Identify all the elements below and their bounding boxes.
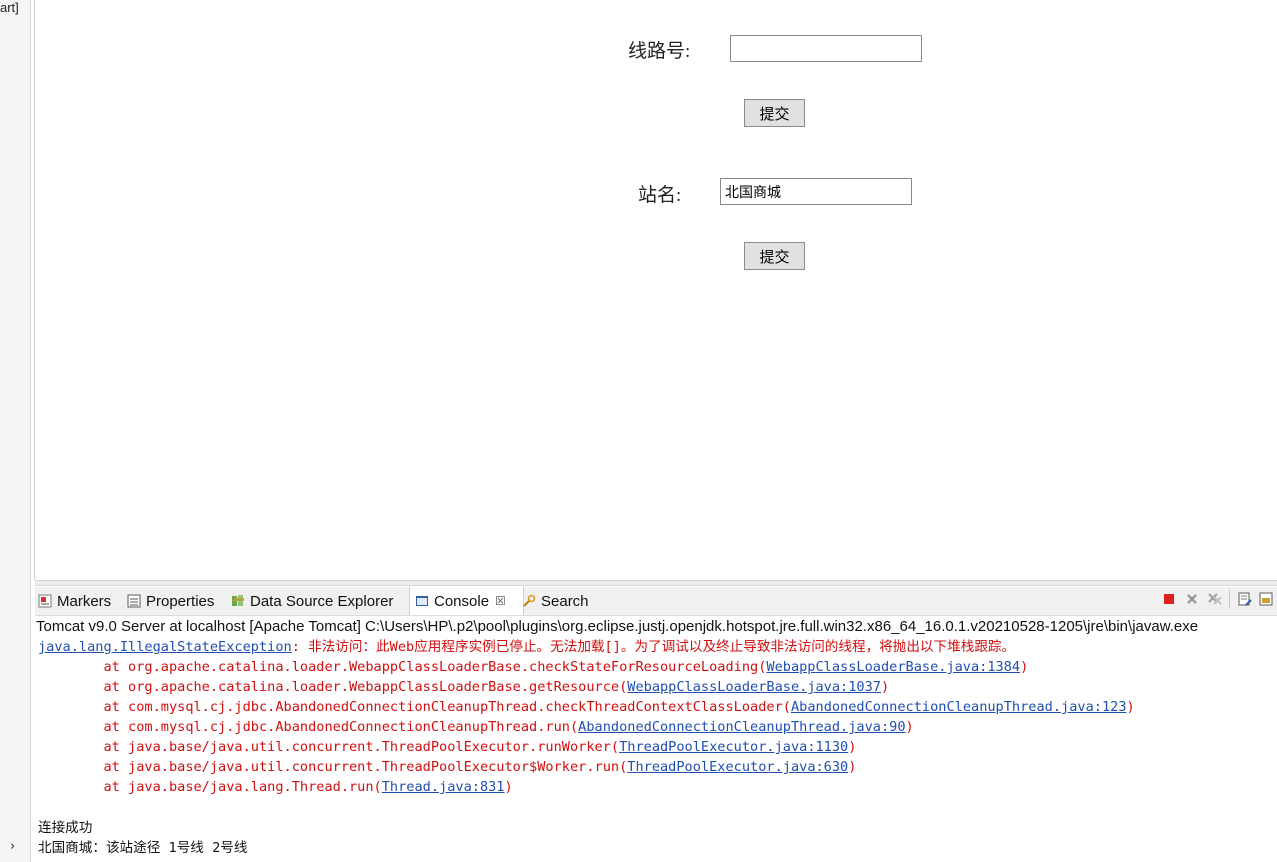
stack-frame-line: at java.base/java.util.concurrent.Thread… bbox=[38, 737, 856, 757]
stack-frame-link[interactable]: AbandonedConnectionCleanupThread.java:12… bbox=[791, 699, 1127, 715]
station-name-input[interactable] bbox=[720, 178, 912, 205]
editor-divider bbox=[34, 0, 35, 580]
stack-frame-link[interactable]: ThreadPoolExecutor.java:630 bbox=[627, 759, 848, 775]
submit-station-button[interactable]: 提交 bbox=[744, 242, 805, 270]
stack-frame-link[interactable]: WebappClassLoaderBase.java:1037 bbox=[627, 679, 881, 695]
stack-frame-line: at org.apache.catalina.loader.WebappClas… bbox=[38, 677, 889, 697]
stack-frame-link[interactable]: Thread.java:831 bbox=[382, 779, 505, 795]
remove-all-terminated-icon[interactable] bbox=[1207, 591, 1223, 607]
stack-frame-text: at java.base/java.lang.Thread.run( bbox=[38, 779, 382, 795]
stack-frame-text: at org.apache.catalina.loader.WebappClas… bbox=[38, 679, 628, 695]
stack-frame-line: at java.base/java.util.concurrent.Thread… bbox=[38, 757, 856, 777]
stack-frame-link[interactable]: ThreadPoolExecutor.java:1130 bbox=[619, 739, 848, 755]
search-icon bbox=[522, 594, 536, 608]
expand-chevron-icon[interactable]: › bbox=[10, 839, 15, 854]
tab-data-source-explorer[interactable]: Data Source Explorer bbox=[231, 587, 393, 615]
stack-frame-text: at com.mysql.cj.jdbc.AbandonedConnection… bbox=[38, 719, 579, 735]
properties-icon bbox=[127, 594, 141, 608]
stack-frame-line: at java.base/java.lang.Thread.run(Thread… bbox=[38, 777, 513, 797]
stack-frame-close: ) bbox=[848, 759, 857, 775]
remove-launch-icon[interactable] bbox=[1184, 591, 1200, 607]
tab-search-label: Search bbox=[541, 592, 589, 610]
tab-search[interactable]: Search bbox=[522, 587, 589, 615]
stack-frame-text: at java.base/java.util.concurrent.Thread… bbox=[38, 759, 628, 775]
tab-data-source-label: Data Source Explorer bbox=[250, 592, 394, 610]
stack-frame-text: at java.base/java.util.concurrent.Thread… bbox=[38, 739, 620, 755]
markers-icon bbox=[38, 594, 52, 608]
stack-frame-close: ) bbox=[880, 679, 890, 695]
tab-console[interactable]: Console ☒ bbox=[409, 587, 524, 615]
scroll-lock-icon[interactable] bbox=[1259, 591, 1277, 607]
exception-class-link[interactable]: java.lang.IllegalStateException bbox=[38, 639, 292, 655]
stack-frame-close: ) bbox=[905, 719, 914, 735]
stack-frame-line: at org.apache.catalina.loader.WebappClas… bbox=[38, 657, 1028, 677]
toolbar-separator bbox=[1229, 590, 1230, 608]
stack-frame-text: at com.mysql.cj.jdbc.AbandonedConnection… bbox=[38, 699, 791, 715]
output-line-station-result: 北国商城：该站途径 1号线 2号线 bbox=[38, 840, 248, 856]
close-tab-icon[interactable]: ☒ bbox=[495, 594, 506, 608]
left-side-panel: art] › bbox=[0, 0, 31, 862]
tab-markers[interactable]: Markers bbox=[38, 587, 111, 615]
stack-frame-close: ) bbox=[848, 739, 857, 755]
stack-frame-text: at org.apache.catalina.loader.WebappClas… bbox=[38, 659, 767, 675]
submit-line-button[interactable]: 提交 bbox=[744, 99, 805, 127]
stack-frame-line: at com.mysql.cj.jdbc.AbandonedConnection… bbox=[38, 717, 914, 737]
exception-message: : 非法访问：此Web应用程序实例已停止。无法加载[]。为了调试以及终止导致非法… bbox=[291, 639, 1016, 655]
tab-properties[interactable]: Properties bbox=[127, 587, 214, 615]
tab-properties-label: Properties bbox=[146, 592, 215, 610]
station-name-label: 站名: bbox=[638, 185, 682, 206]
output-line-connected: 连接成功 bbox=[38, 820, 93, 836]
panel-sash[interactable] bbox=[35, 580, 1277, 586]
stack-frame-line: at com.mysql.cj.jdbc.AbandonedConnection… bbox=[38, 697, 1135, 717]
clear-console-icon[interactable] bbox=[1237, 591, 1253, 607]
stack-frame-link[interactable]: AbandonedConnectionCleanupThread.java:90 bbox=[578, 719, 905, 735]
left-panel-clipped-text: art] bbox=[0, 0, 19, 15]
stack-frame-close: ) bbox=[504, 779, 513, 795]
line-number-label: 线路号: bbox=[628, 41, 691, 62]
stack-frame-close: ) bbox=[1020, 659, 1029, 675]
view-tab-bar: Markers Properties Data Source Explorer … bbox=[35, 587, 1277, 615]
stack-frame-close: ) bbox=[1126, 699, 1135, 715]
line-number-input[interactable] bbox=[730, 35, 922, 62]
console-output[interactable]: java.lang.IllegalStateException: 非法访问：此W… bbox=[35, 637, 1277, 862]
exception-line: java.lang.IllegalStateException: 非法访问：此W… bbox=[38, 637, 1015, 657]
tab-markers-label: Markers bbox=[57, 592, 112, 610]
stack-frame-link[interactable]: WebappClassLoaderBase.java:1384 bbox=[766, 659, 1020, 675]
terminate-icon[interactable] bbox=[1161, 591, 1177, 607]
console-icon bbox=[415, 594, 429, 608]
tab-console-label: Console bbox=[434, 592, 490, 610]
console-process-title: Tomcat v9.0 Server at localhost [Apache … bbox=[35, 615, 1277, 638]
data-source-icon bbox=[231, 594, 245, 608]
